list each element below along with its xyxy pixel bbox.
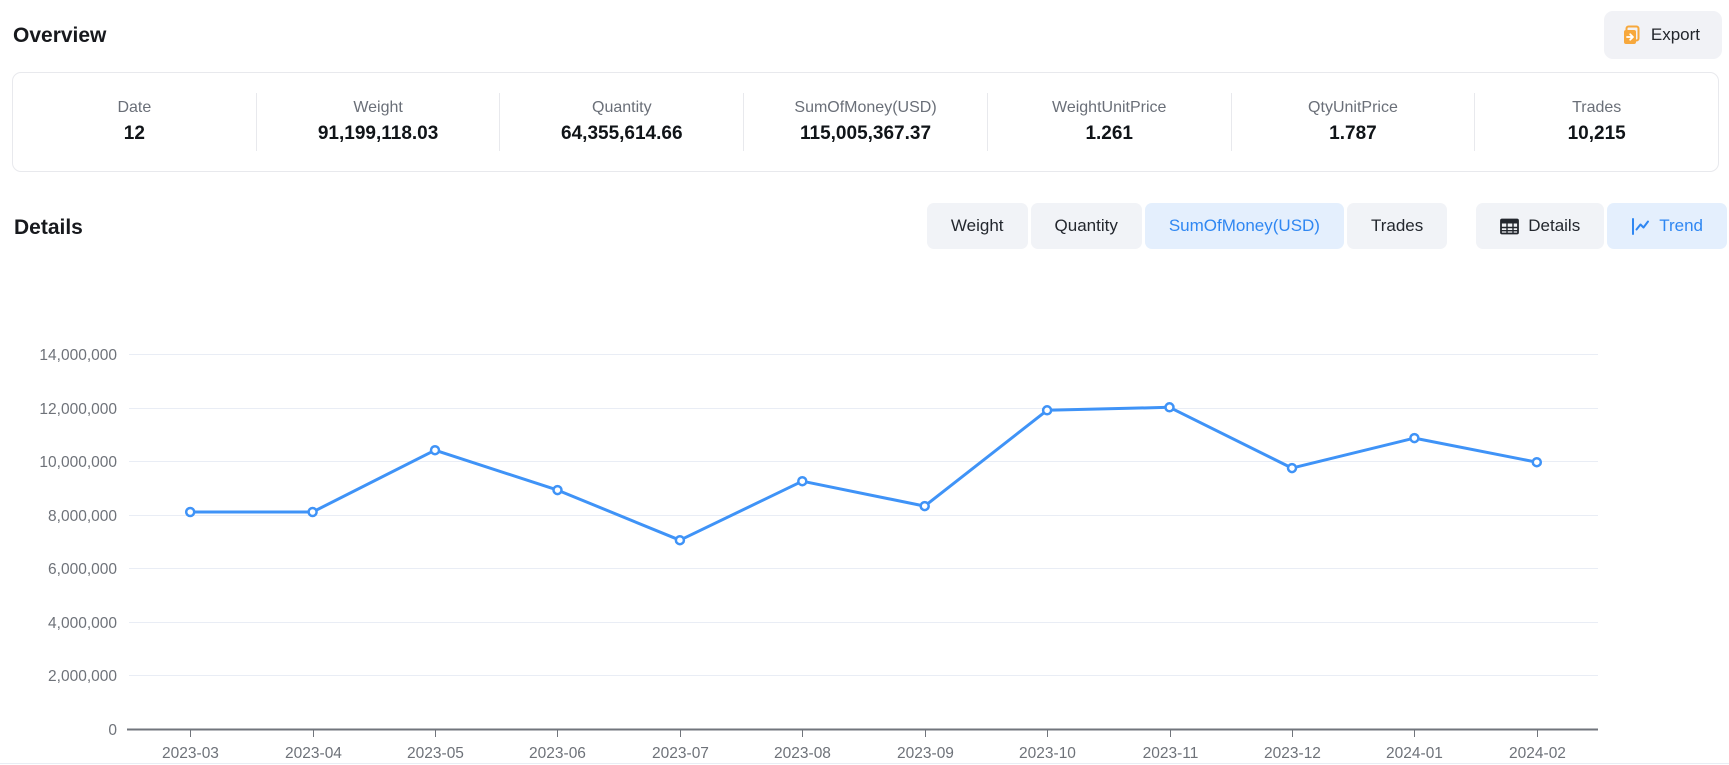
x-axis-label: 2023-04 xyxy=(285,745,342,762)
chart-point xyxy=(431,446,439,454)
dashboard-page: Overview Export Date 12 Weight 91,199,11… xyxy=(0,0,1729,765)
x-axis-label: 2023-05 xyxy=(407,745,464,762)
stat-weight-unit-price: WeightUnitPrice 1.261 xyxy=(988,73,1231,171)
view-details-button[interactable]: Details xyxy=(1476,203,1604,249)
stat-value: 115,005,367.37 xyxy=(800,123,931,145)
export-button[interactable]: Export xyxy=(1604,11,1722,59)
chart-point xyxy=(1043,406,1051,414)
stat-trades: Trades 10,215 xyxy=(1475,73,1718,171)
y-axis-label: 6,000,000 xyxy=(48,561,117,578)
x-axis-label: 2023-06 xyxy=(529,745,586,762)
stat-quantity: Quantity 64,355,614.66 xyxy=(500,73,743,171)
trend-chart: 0 2,000,000 4,000,000 6,000,000 8,000,000 10,… xyxy=(0,265,1729,765)
x-axis-label: 2024-02 xyxy=(1509,745,1566,762)
stat-weight: Weight 91,199,118.03 xyxy=(257,73,500,171)
stat-value: 1.787 xyxy=(1329,123,1377,145)
x-axis-label: 2023-03 xyxy=(162,745,219,762)
chart-point xyxy=(798,477,806,485)
x-axis-label: 2023-12 xyxy=(1264,745,1321,762)
chart-point xyxy=(1288,464,1296,472)
trend-chart-area: 0 2,000,000 4,000,000 6,000,000 8,000,000 10,… xyxy=(0,265,1729,765)
stat-label: Quantity xyxy=(592,99,652,117)
export-icon xyxy=(1622,25,1642,45)
page-title: Overview xyxy=(13,24,106,48)
x-axis-label: 2023-07 xyxy=(652,745,709,762)
stat-date: Date 12 xyxy=(13,73,256,171)
stat-value: 64,355,614.66 xyxy=(561,123,683,145)
tab-quantity[interactable]: Quantity xyxy=(1031,203,1142,249)
stat-value: 91,199,118.03 xyxy=(318,123,438,145)
y-axis-label: 10,000,000 xyxy=(39,454,117,471)
series-line xyxy=(190,407,1537,540)
view-trend-label: Trend xyxy=(1659,216,1703,236)
stat-label: Date xyxy=(117,99,151,117)
chart-point xyxy=(1533,458,1541,466)
bottom-separator xyxy=(0,763,1729,764)
chart-point xyxy=(1166,403,1174,411)
stat-label: WeightUnitPrice xyxy=(1052,99,1166,117)
chart-point xyxy=(676,536,684,544)
stat-label: Trades xyxy=(1572,99,1621,117)
stat-value: 1.261 xyxy=(1085,123,1133,145)
tab-weight[interactable]: Weight xyxy=(927,203,1028,249)
chart-point xyxy=(1410,434,1418,442)
x-axis-label: 2023-11 xyxy=(1143,745,1199,762)
tab-trades[interactable]: Trades xyxy=(1347,203,1447,249)
view-details-label: Details xyxy=(1528,216,1580,236)
y-axis-label: 2,000,000 xyxy=(48,668,117,685)
stat-value: 12 xyxy=(124,123,145,145)
view-trend-button[interactable]: Trend xyxy=(1607,203,1727,249)
tab-sum-of-money[interactable]: SumOfMoney(USD) xyxy=(1145,203,1344,249)
stat-label: Weight xyxy=(353,99,403,117)
chart-point xyxy=(554,486,562,494)
chart-point xyxy=(186,508,194,516)
details-title: Details xyxy=(14,216,83,240)
y-axis-label: 14,000,000 xyxy=(39,347,117,364)
y-axis-label: 4,000,000 xyxy=(48,615,117,632)
x-axis-label: 2023-08 xyxy=(774,745,831,762)
stat-label: QtyUnitPrice xyxy=(1308,99,1398,117)
table-icon xyxy=(1500,218,1519,235)
overview-stats-card: Date 12 Weight 91,199,118.03 Quantity 64… xyxy=(12,72,1719,172)
stat-value: 10,215 xyxy=(1568,123,1626,145)
chart-point xyxy=(309,508,317,516)
y-axis-label: 0 xyxy=(108,722,117,739)
view-toggle-group: Details Trend xyxy=(1476,203,1727,249)
x-axis-label: 2024-01 xyxy=(1386,745,1443,762)
stat-qty-unit-price: QtyUnitPrice 1.787 xyxy=(1232,73,1475,171)
details-toolbar: Weight Quantity SumOfMoney(USD) Trades D… xyxy=(927,203,1727,249)
stat-label: SumOfMoney(USD) xyxy=(794,99,936,117)
y-axis-label: 8,000,000 xyxy=(48,508,117,525)
chart-point xyxy=(921,502,929,510)
x-axis-label: 2023-10 xyxy=(1019,745,1076,762)
export-button-label: Export xyxy=(1651,25,1700,45)
trend-icon xyxy=(1631,218,1650,235)
y-axis-label: 12,000,000 xyxy=(39,401,117,418)
x-axis-label: 2023-09 xyxy=(897,745,954,762)
metric-tab-group: Weight Quantity SumOfMoney(USD) Trades xyxy=(927,203,1447,249)
stat-sum-of-money: SumOfMoney(USD) 115,005,367.37 xyxy=(744,73,987,171)
